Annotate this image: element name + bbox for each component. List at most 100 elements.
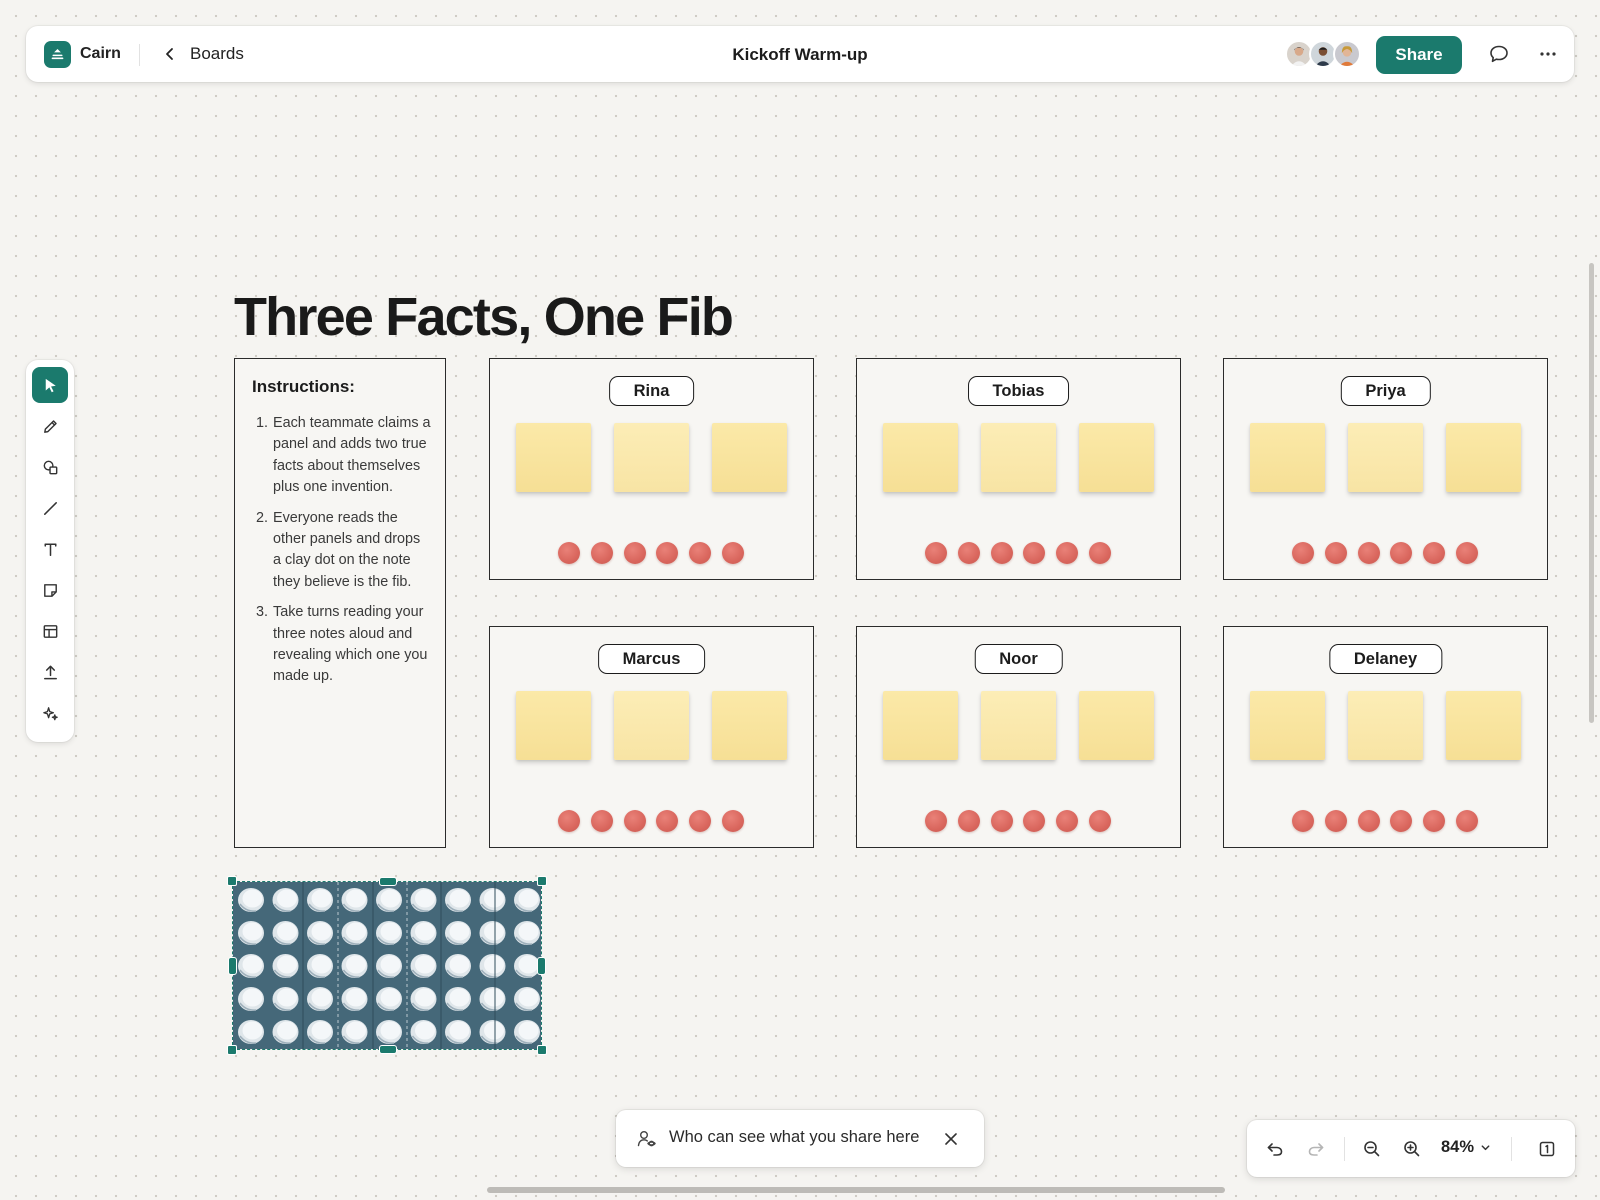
vote-dot[interactable] bbox=[558, 542, 580, 564]
sticky-note[interactable] bbox=[1079, 423, 1154, 492]
resize-handle-top-right[interactable] bbox=[537, 876, 547, 886]
pencil-tool[interactable] bbox=[32, 408, 68, 444]
horizontal-scrollbar[interactable] bbox=[487, 1187, 1225, 1193]
sticky-note[interactable] bbox=[1250, 691, 1325, 760]
zoom-in-icon[interactable] bbox=[1400, 1137, 1424, 1161]
resize-handle-bottom[interactable] bbox=[379, 1045, 397, 1054]
instructions-panel[interactable]: Instructions: 1. Each teammate claims a … bbox=[234, 358, 446, 848]
sticky-note[interactable] bbox=[1446, 423, 1521, 492]
vote-dot[interactable] bbox=[1390, 542, 1413, 564]
vote-dot[interactable] bbox=[590, 542, 613, 564]
vote-dot[interactable] bbox=[925, 810, 947, 832]
vote-dot[interactable] bbox=[1023, 542, 1046, 564]
selected-image[interactable] bbox=[227, 876, 547, 1055]
vote-dot[interactable] bbox=[722, 810, 744, 832]
cairn-logo-icon[interactable] bbox=[44, 41, 71, 68]
text-tool[interactable] bbox=[32, 531, 68, 567]
vote-dot[interactable] bbox=[1089, 810, 1111, 832]
undo-icon[interactable] bbox=[1263, 1137, 1287, 1161]
share-button[interactable]: Share bbox=[1376, 36, 1462, 74]
resize-handle-left[interactable] bbox=[228, 957, 237, 975]
resize-handle-bottom-right[interactable] bbox=[537, 1045, 547, 1055]
sticky-note[interactable] bbox=[614, 691, 689, 760]
sticky-note[interactable] bbox=[883, 691, 958, 760]
panel-name-label[interactable]: Marcus bbox=[597, 644, 706, 674]
panel-name-label[interactable]: Rina bbox=[608, 376, 695, 406]
resize-handle-bottom-left[interactable] bbox=[227, 1045, 237, 1055]
upload-tool[interactable] bbox=[32, 654, 68, 690]
ai-assist-tool[interactable] bbox=[32, 695, 68, 731]
vote-dot[interactable] bbox=[1390, 810, 1413, 832]
table-tool[interactable] bbox=[32, 613, 68, 649]
vote-dot[interactable] bbox=[1456, 810, 1478, 832]
vote-dot[interactable] bbox=[1056, 810, 1079, 832]
sticky-note[interactable] bbox=[1446, 691, 1521, 760]
vote-dot[interactable] bbox=[925, 542, 947, 564]
vote-dot[interactable] bbox=[689, 810, 712, 832]
sticky-note[interactable] bbox=[516, 691, 591, 760]
sticky-note[interactable] bbox=[1250, 423, 1325, 492]
sticky-note[interactable] bbox=[516, 423, 591, 492]
vote-dot[interactable] bbox=[1423, 542, 1446, 564]
shapes-tool[interactable] bbox=[32, 449, 68, 485]
vote-dot[interactable] bbox=[1456, 542, 1478, 564]
panel-name-label[interactable]: Delaney bbox=[1328, 644, 1443, 674]
vote-dot[interactable] bbox=[1023, 810, 1046, 832]
vote-dot[interactable] bbox=[957, 810, 980, 832]
sticky-note[interactable] bbox=[981, 423, 1056, 492]
vote-dot[interactable] bbox=[656, 542, 679, 564]
sticky-note[interactable] bbox=[712, 691, 787, 760]
avatar[interactable] bbox=[1333, 40, 1361, 68]
vote-dot[interactable] bbox=[623, 810, 646, 832]
zoom-out-icon[interactable] bbox=[1360, 1137, 1384, 1161]
page-overview-icon[interactable] bbox=[1535, 1137, 1559, 1161]
vote-dot[interactable] bbox=[656, 810, 679, 832]
vote-dot[interactable] bbox=[623, 542, 646, 564]
more-options-icon[interactable] bbox=[1536, 42, 1560, 66]
vote-dot[interactable] bbox=[1089, 542, 1111, 564]
sticky-note[interactable] bbox=[981, 691, 1056, 760]
resize-handle-top[interactable] bbox=[379, 877, 397, 886]
close-icon[interactable] bbox=[940, 1128, 962, 1150]
vote-dot[interactable] bbox=[722, 542, 744, 564]
panel-delaney[interactable]: Delaney bbox=[1223, 626, 1548, 848]
panel-noor[interactable]: Noor bbox=[856, 626, 1181, 848]
vote-dot[interactable] bbox=[1292, 542, 1314, 564]
panel-name-label[interactable]: Tobias bbox=[967, 376, 1070, 406]
panel-tobias[interactable]: Tobias bbox=[856, 358, 1181, 580]
zoom-level-dropdown[interactable]: 84% bbox=[1441, 1138, 1491, 1157]
sticky-note[interactable] bbox=[614, 423, 689, 492]
vote-dot[interactable] bbox=[990, 810, 1013, 832]
redo-icon[interactable] bbox=[1304, 1137, 1328, 1161]
vote-dot[interactable] bbox=[1324, 542, 1347, 564]
panel-rina[interactable]: Rina bbox=[489, 358, 814, 580]
sticky-note-tool[interactable] bbox=[32, 572, 68, 608]
select-tool[interactable] bbox=[32, 367, 68, 403]
sticky-note[interactable] bbox=[1348, 691, 1423, 760]
panel-name-label[interactable]: Priya bbox=[1340, 376, 1431, 406]
vertical-scrollbar[interactable] bbox=[1589, 263, 1594, 723]
sticky-note[interactable] bbox=[883, 423, 958, 492]
vote-dot[interactable] bbox=[1423, 810, 1446, 832]
line-tool[interactable] bbox=[32, 490, 68, 526]
vote-dot[interactable] bbox=[1357, 810, 1380, 832]
vote-dot[interactable] bbox=[689, 542, 712, 564]
comment-icon[interactable] bbox=[1487, 42, 1511, 66]
back-to-boards-button[interactable]: Boards bbox=[162, 40, 244, 68]
sticky-note[interactable] bbox=[712, 423, 787, 492]
panel-name-label[interactable]: Noor bbox=[974, 644, 1063, 674]
vote-dot[interactable] bbox=[558, 810, 580, 832]
vote-dot[interactable] bbox=[590, 810, 613, 832]
vote-dot[interactable] bbox=[990, 542, 1013, 564]
panel-priya[interactable]: Priya bbox=[1223, 358, 1548, 580]
panel-marcus[interactable]: Marcus bbox=[489, 626, 814, 848]
resize-handle-right[interactable] bbox=[537, 957, 546, 975]
sticky-note[interactable] bbox=[1348, 423, 1423, 492]
vote-dot[interactable] bbox=[957, 542, 980, 564]
board-heading[interactable]: Three Facts, One Fib bbox=[234, 286, 734, 348]
collaborator-avatars[interactable] bbox=[1285, 40, 1361, 68]
sticky-note[interactable] bbox=[1079, 691, 1154, 760]
vote-dot[interactable] bbox=[1292, 810, 1314, 832]
vote-dot[interactable] bbox=[1324, 810, 1347, 832]
resize-handle-top-left[interactable] bbox=[227, 876, 237, 886]
